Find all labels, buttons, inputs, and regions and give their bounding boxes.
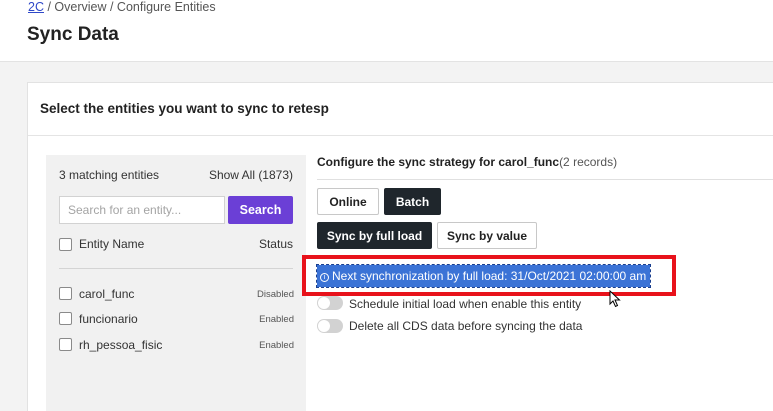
entity-row[interactable]: carol_func Disabled xyxy=(46,287,306,303)
entities-panel: 3 matching entities Show All (1873) Sear… xyxy=(46,155,306,411)
sync-by-value-button[interactable]: Sync by value xyxy=(437,222,537,249)
breadcrumb-rest: / Overview / Configure Entities xyxy=(43,0,216,14)
entity-row[interactable]: rh_pessoa_fisic Enabled xyxy=(46,338,306,354)
strategy-divider xyxy=(317,179,773,180)
strategy-title-text: Configure the sync strategy for carol_fu… xyxy=(317,155,560,169)
delete-cds-data-toggle[interactable] xyxy=(317,319,343,333)
matching-count: 3 matching entities xyxy=(59,168,160,182)
list-divider xyxy=(59,268,293,269)
entity-status: Enabled xyxy=(259,314,294,325)
card-title: Select the entities you want to sync to … xyxy=(40,101,329,116)
batch-button[interactable]: Batch xyxy=(384,188,441,215)
show-all-link[interactable]: Show All (1873) xyxy=(209,168,293,182)
online-button[interactable]: Online xyxy=(317,188,379,215)
delete-cds-data-label: Delete all CDS data before syncing the d… xyxy=(349,319,583,333)
row-checkbox[interactable] xyxy=(59,287,72,300)
entity-name: carol_func xyxy=(79,287,135,301)
column-header-entity-name: Entity Name xyxy=(79,237,145,251)
schedule-initial-load-label: Schedule initial load when enable this e… xyxy=(349,297,582,311)
mouse-cursor-icon xyxy=(609,290,621,308)
strategy-title: Configure the sync strategy for carol_fu… xyxy=(317,155,617,169)
sync-full-load-button[interactable]: Sync by full load xyxy=(317,222,432,249)
breadcrumb-link-2c[interactable]: 2C xyxy=(28,0,44,14)
column-header-status: Status xyxy=(258,237,293,251)
row-checkbox[interactable] xyxy=(59,338,72,351)
records-count: (2 records) xyxy=(559,155,618,169)
page-title: Sync Data xyxy=(27,24,119,45)
card-header: Select the entities you want to sync to … xyxy=(28,83,773,136)
row-checkbox[interactable] xyxy=(59,312,72,325)
breadcrumb: 2C / Overview / Configure Entities xyxy=(28,0,216,14)
search-button[interactable]: Search xyxy=(228,196,293,224)
select-all-checkbox[interactable] xyxy=(59,238,72,251)
entity-status: Disabled xyxy=(257,289,294,300)
schedule-initial-load-toggle[interactable] xyxy=(317,296,343,310)
entity-row[interactable]: funcionario Enabled xyxy=(46,312,306,328)
page-header: 2C / Overview / Configure Entities Sync … xyxy=(0,0,773,62)
entity-search-input[interactable] xyxy=(59,196,225,224)
entity-name: rh_pessoa_fisic xyxy=(79,338,163,352)
entity-status: Enabled xyxy=(259,340,294,351)
entity-name: funcionario xyxy=(79,312,138,326)
